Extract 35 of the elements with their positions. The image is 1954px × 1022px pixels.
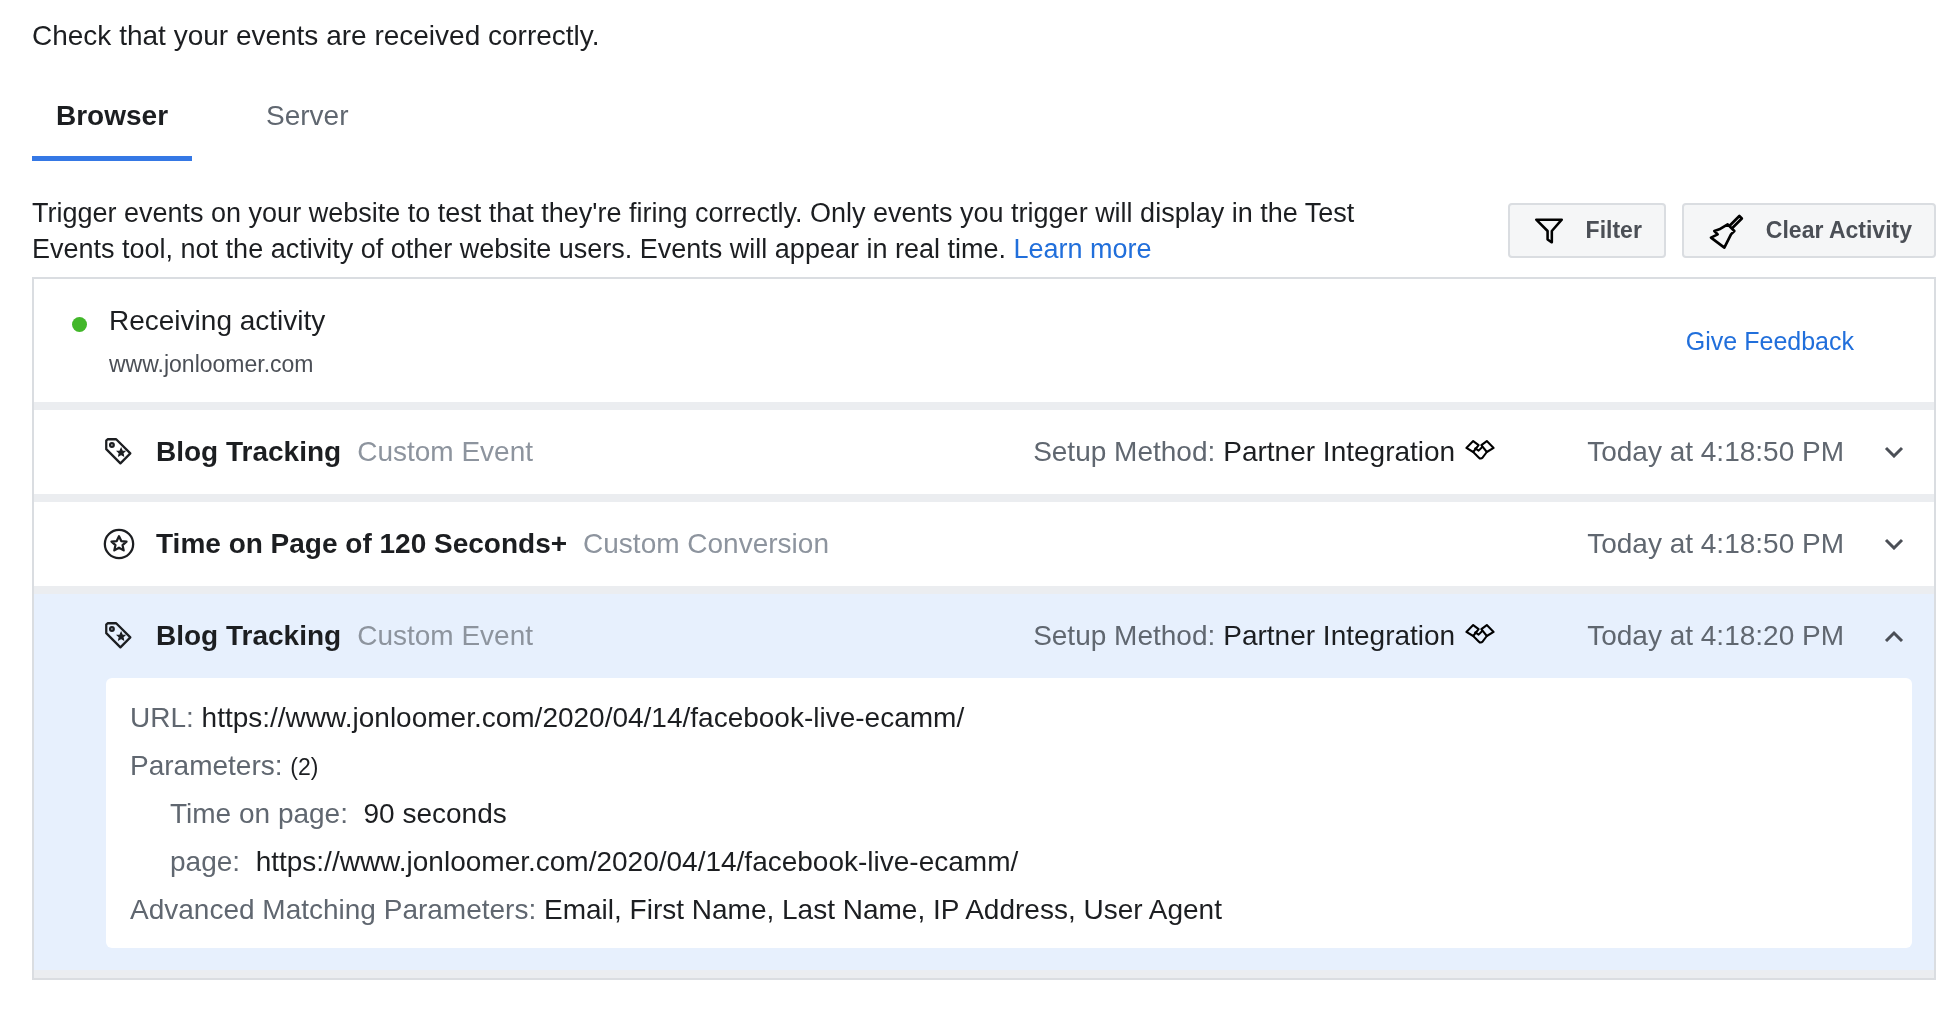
parameters-heading: Parameters: (2): [130, 750, 320, 782]
event-time: Today at 4:18:50 PM: [1587, 528, 1844, 560]
event-name: Time on Page of 120 Seconds+: [156, 528, 568, 560]
description-text: Trigger events on your website to test that they're firing correctly. Only events you trigger will display in the Test Events tool, not the activity of other website users. Events will appear in real time. Learn more: [32, 197, 1356, 266]
setup-method-label: Setup Method:: [1033, 436, 1216, 468]
event-name: Blog Tracking: [156, 436, 342, 468]
parameter-line: page: https://www.jonloomer.com/2020/04/14/facebook-live-ecamm/: [170, 846, 1020, 878]
event-type: Custom Event: [357, 436, 533, 468]
event-name: Blog Tracking: [156, 620, 342, 652]
event-time: Today at 4:18:50 PM: [1587, 436, 1844, 468]
clear-activity-button[interactable]: Clear Activity: [1681, 203, 1936, 258]
give-feedback-link[interactable]: Give Feedback: [1685, 327, 1854, 356]
tab[interactable]: Server: [242, 86, 373, 161]
event-row[interactable]: Blog Tracking Custom Event Setup Method: Partner Integration Today at 4:18:50 PM: [34, 410, 1934, 494]
learn-more-link[interactable]: Learn more: [1013, 234, 1152, 264]
event-time: Today at 4:18:20 PM: [1587, 620, 1844, 652]
setup-method-value: Partner Integration: [1223, 436, 1456, 468]
chevron-down-icon[interactable]: [1884, 538, 1904, 550]
chevron-up-icon[interactable]: [1884, 630, 1904, 642]
event-row[interactable]: [34, 594, 1934, 970]
status-title: Receiving activity: [109, 305, 326, 337]
parameter-line: Time on page: 90 seconds: [170, 798, 508, 830]
intro-text: Check that your events are received correctly.: [32, 20, 601, 52]
site-url: www.jonloomer.com: [109, 351, 315, 378]
advanced-matching-line: Advanced Matching Parameters: Email, First Name, Last Name, IP Address, User Agent: [130, 894, 1223, 926]
event-type: Custom Event: [357, 620, 533, 652]
event-type: Custom Conversion: [583, 528, 829, 560]
event-row[interactable]: Time on Page of 120 Seconds+ Custom Conversion Today at 4:18:50 PM: [34, 502, 1934, 586]
setup-method-label: Setup Method:: [1033, 620, 1216, 652]
tab[interactable]: Browser: [32, 86, 193, 161]
star-circle-icon: [102, 527, 136, 561]
url-line: URL: https://www.jonloomer.com/2020/04/14/facebook-live-ecamm/: [130, 702, 966, 734]
chevron-down-icon[interactable]: [1884, 446, 1904, 458]
setup-method-value: Partner Integration: [1223, 620, 1456, 652]
filter-button[interactable]: Filter: [1507, 203, 1666, 258]
